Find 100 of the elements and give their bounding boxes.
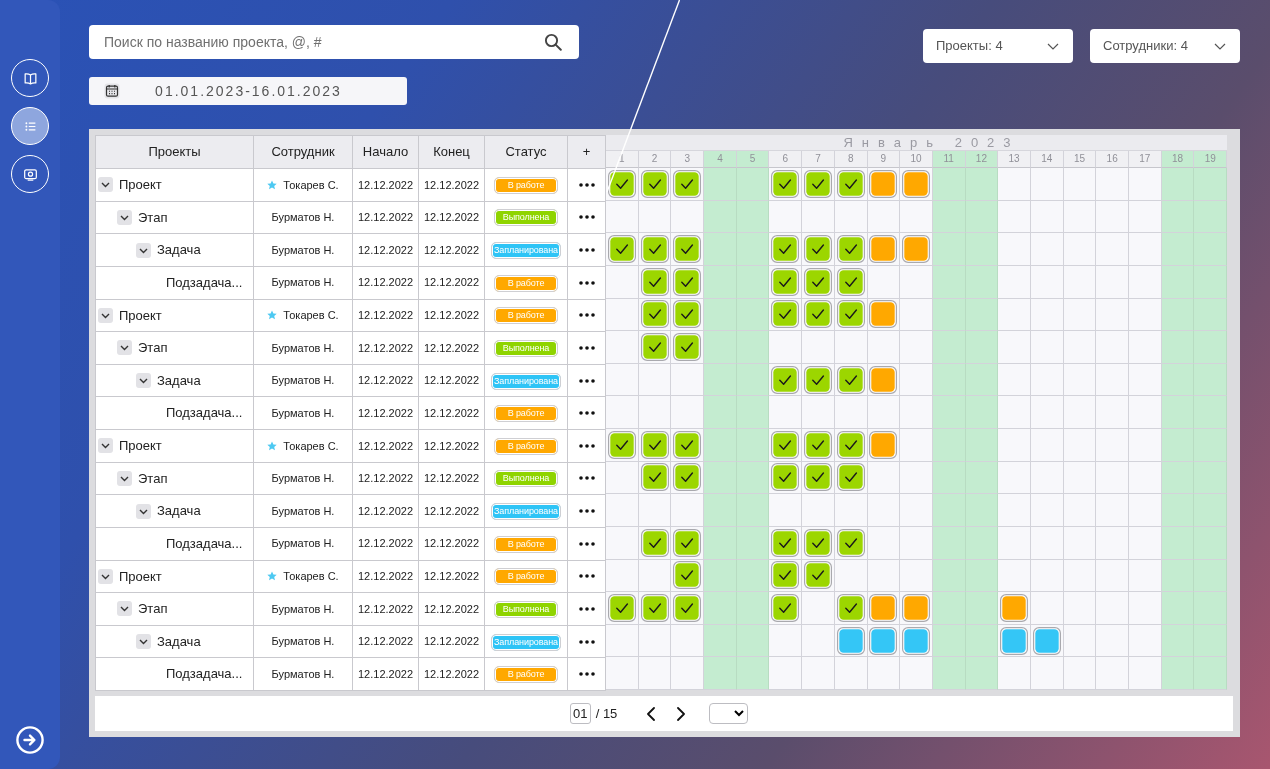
start-date-cell: 12.12.2022 (352, 168, 419, 202)
day-header: 6 (769, 151, 803, 168)
picture-icon (22, 166, 38, 182)
more-icon[interactable] (578, 639, 595, 644)
chevron-down-icon[interactable] (117, 209, 132, 225)
row-title[interactable]: Проект (119, 175, 162, 195)
chevron-down-icon[interactable] (117, 470, 132, 486)
status-badge: Выполнена (494, 470, 558, 488)
column-header: Начало (352, 135, 419, 169)
employee-name: Токарев С. (283, 438, 339, 454)
end-date-cell: 12.12.2022 (418, 266, 485, 299)
status-badge: В работе (494, 535, 558, 553)
start-date-cell: 12.12.2022 (352, 494, 419, 528)
end-date-cell: 12.12.2022 (418, 657, 485, 691)
column-header: Сотрудник (253, 135, 353, 169)
more-icon[interactable] (578, 248, 595, 253)
search-icon[interactable] (544, 33, 562, 51)
filter-dropdown[interactable]: Проекты: 4 (923, 29, 1073, 63)
chevron-down-icon (1047, 42, 1059, 50)
end-date-cell: 12.12.2022 (418, 494, 485, 528)
row-title[interactable]: Этап (138, 599, 168, 619)
more-icon[interactable] (578, 574, 595, 579)
chevron-left-icon[interactable] (647, 706, 656, 721)
row-title[interactable]: Задача (157, 501, 201, 521)
start-date-cell: 12.12.2022 (352, 462, 419, 495)
end-date-cell: 12.12.2022 (418, 364, 485, 397)
employee-name: Бурматов Н. (271, 536, 335, 552)
filter-dropdown[interactable]: Сотрудники: 4 (1090, 29, 1240, 63)
day-header: 4 (704, 151, 737, 168)
row-title[interactable]: Задача (157, 240, 201, 260)
chevron-down-icon[interactable] (98, 177, 113, 193)
more-icon[interactable] (578, 541, 595, 546)
row-title[interactable]: Этап (138, 468, 168, 489)
end-date-cell: 12.12.2022 (418, 462, 485, 495)
date-range-field[interactable]: 01.01.2023-16.01.2023 (89, 77, 407, 105)
search-field[interactable]: Поиск по названию проекта, @, # (89, 25, 579, 59)
more-icon[interactable] (578, 280, 595, 285)
row-title[interactable]: Задача (157, 631, 201, 652)
day-header: 5 (736, 151, 770, 168)
more-icon[interactable] (578, 345, 595, 350)
chevron-down-icon[interactable] (117, 340, 132, 356)
more-icon[interactable] (578, 476, 595, 481)
status-badge: Выполнена (494, 209, 558, 227)
row-title[interactable]: Проект (119, 305, 162, 326)
start-date-cell: 12.12.2022 (352, 592, 419, 626)
row-title[interactable]: Задача (157, 370, 201, 391)
start-date-cell: 12.12.2022 (352, 233, 419, 267)
start-date-cell: 12.12.2022 (352, 364, 419, 397)
day-header: 1 (606, 151, 639, 168)
chevron-down-icon[interactable] (98, 568, 113, 584)
day-header: 17 (1129, 151, 1162, 168)
row-title[interactable]: Проект (119, 436, 162, 456)
end-date-cell: 12.12.2022 (418, 527, 485, 560)
chevron-right-icon[interactable] (677, 706, 686, 721)
calendar-icon (104, 83, 120, 99)
more-icon[interactable] (578, 215, 595, 220)
start-date-cell: 12.12.2022 (352, 560, 419, 593)
status-badge: В работе (494, 568, 558, 586)
chevron-down-icon[interactable] (136, 242, 151, 258)
status-badge: В работе (494, 307, 558, 325)
employee-name: Токарев С. (283, 177, 339, 193)
status-badge: В работе (494, 666, 558, 684)
end-date-cell: 12.12.2022 (418, 592, 485, 626)
more-icon[interactable] (578, 443, 595, 448)
employee-name: Бурматов Н. (271, 634, 335, 650)
chevron-down-icon[interactable] (136, 503, 151, 519)
row-title[interactable]: Этап (138, 207, 168, 228)
page-input[interactable]: 01 (569, 703, 591, 724)
chevron-down-icon[interactable] (136, 634, 151, 650)
more-icon[interactable] (578, 182, 595, 187)
employee-name: Токарев С. (283, 308, 339, 324)
chevron-down-icon[interactable] (98, 438, 113, 454)
employee-name: Бурматов Н. (271, 340, 335, 356)
day-header: 8 (834, 151, 868, 168)
day-header: 18 (1161, 151, 1195, 168)
start-date-cell: 12.12.2022 (352, 429, 419, 463)
sidebar-button[interactable] (11, 107, 49, 145)
more-icon[interactable] (578, 378, 595, 383)
employee-name: Бурматов Н. (271, 503, 335, 519)
page-total: / 15 (595, 704, 618, 723)
status-badge: Запланирована (491, 372, 561, 390)
add-column-button[interactable]: + (567, 135, 606, 169)
column-header: Конец (418, 135, 485, 169)
chevron-down-icon[interactable] (136, 373, 151, 389)
more-icon[interactable] (578, 606, 595, 611)
status-badge: Выполнена (494, 600, 558, 618)
end-date-cell: 12.12.2022 (418, 168, 485, 202)
row-title[interactable]: Проект (119, 566, 162, 587)
chevron-down-icon[interactable] (117, 601, 132, 617)
page-size-select[interactable] (709, 703, 749, 724)
column-header: Проекты (95, 135, 254, 169)
more-icon[interactable] (578, 509, 595, 514)
more-icon[interactable] (578, 313, 595, 318)
more-icon[interactable] (578, 672, 595, 677)
arrow-right-circle-icon[interactable] (16, 726, 44, 754)
row-title[interactable]: Этап (138, 338, 168, 358)
status-badge: Запланирована (491, 633, 561, 651)
more-icon[interactable] (578, 411, 595, 416)
day-header: 14 (1030, 151, 1064, 168)
chevron-down-icon[interactable] (98, 307, 113, 323)
